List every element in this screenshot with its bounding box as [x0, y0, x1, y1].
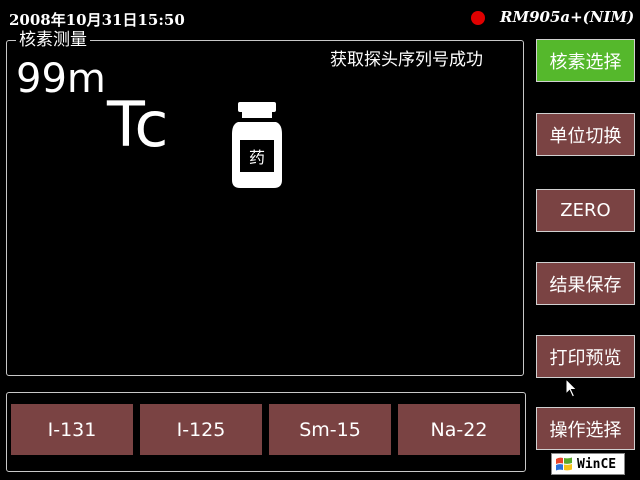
medicine-bottle-icon: 药 [232, 102, 282, 188]
isotope-button-sm15[interactable]: Sm-15 [269, 404, 391, 455]
bottle-label: 药 [249, 148, 265, 167]
datetime: 2008年10月31日15:50 [9, 11, 185, 29]
wince-logo-text: WinCE [577, 456, 617, 472]
status-message: 获取探头序列号成功 [330, 50, 483, 70]
device-name: RM905a+(NIM) [500, 8, 635, 26]
mass-number: 99m [16, 56, 106, 102]
element-symbol: Tc [107, 88, 169, 161]
save-result-button[interactable]: 结果保存 [536, 262, 635, 305]
zero-button[interactable]: ZERO [536, 189, 635, 232]
nuclide-select-button[interactable]: 核素选择 [536, 39, 635, 82]
wince-logo: WinCE [551, 453, 625, 475]
print-preview-button[interactable]: 打印预览 [536, 335, 635, 378]
operation-select-button[interactable]: 操作选择 [536, 407, 635, 450]
windows-flag-icon [556, 457, 572, 471]
unit-switch-button[interactable]: 单位切换 [536, 113, 635, 156]
isotope-button-i131[interactable]: I-131 [11, 404, 133, 455]
status-indicator [471, 11, 485, 25]
measurement-title: 核素测量 [16, 30, 90, 50]
isotope-button-na22[interactable]: Na-22 [398, 404, 520, 455]
isotope-button-i125[interactable]: I-125 [140, 404, 262, 455]
mouse-cursor-icon [565, 378, 578, 398]
